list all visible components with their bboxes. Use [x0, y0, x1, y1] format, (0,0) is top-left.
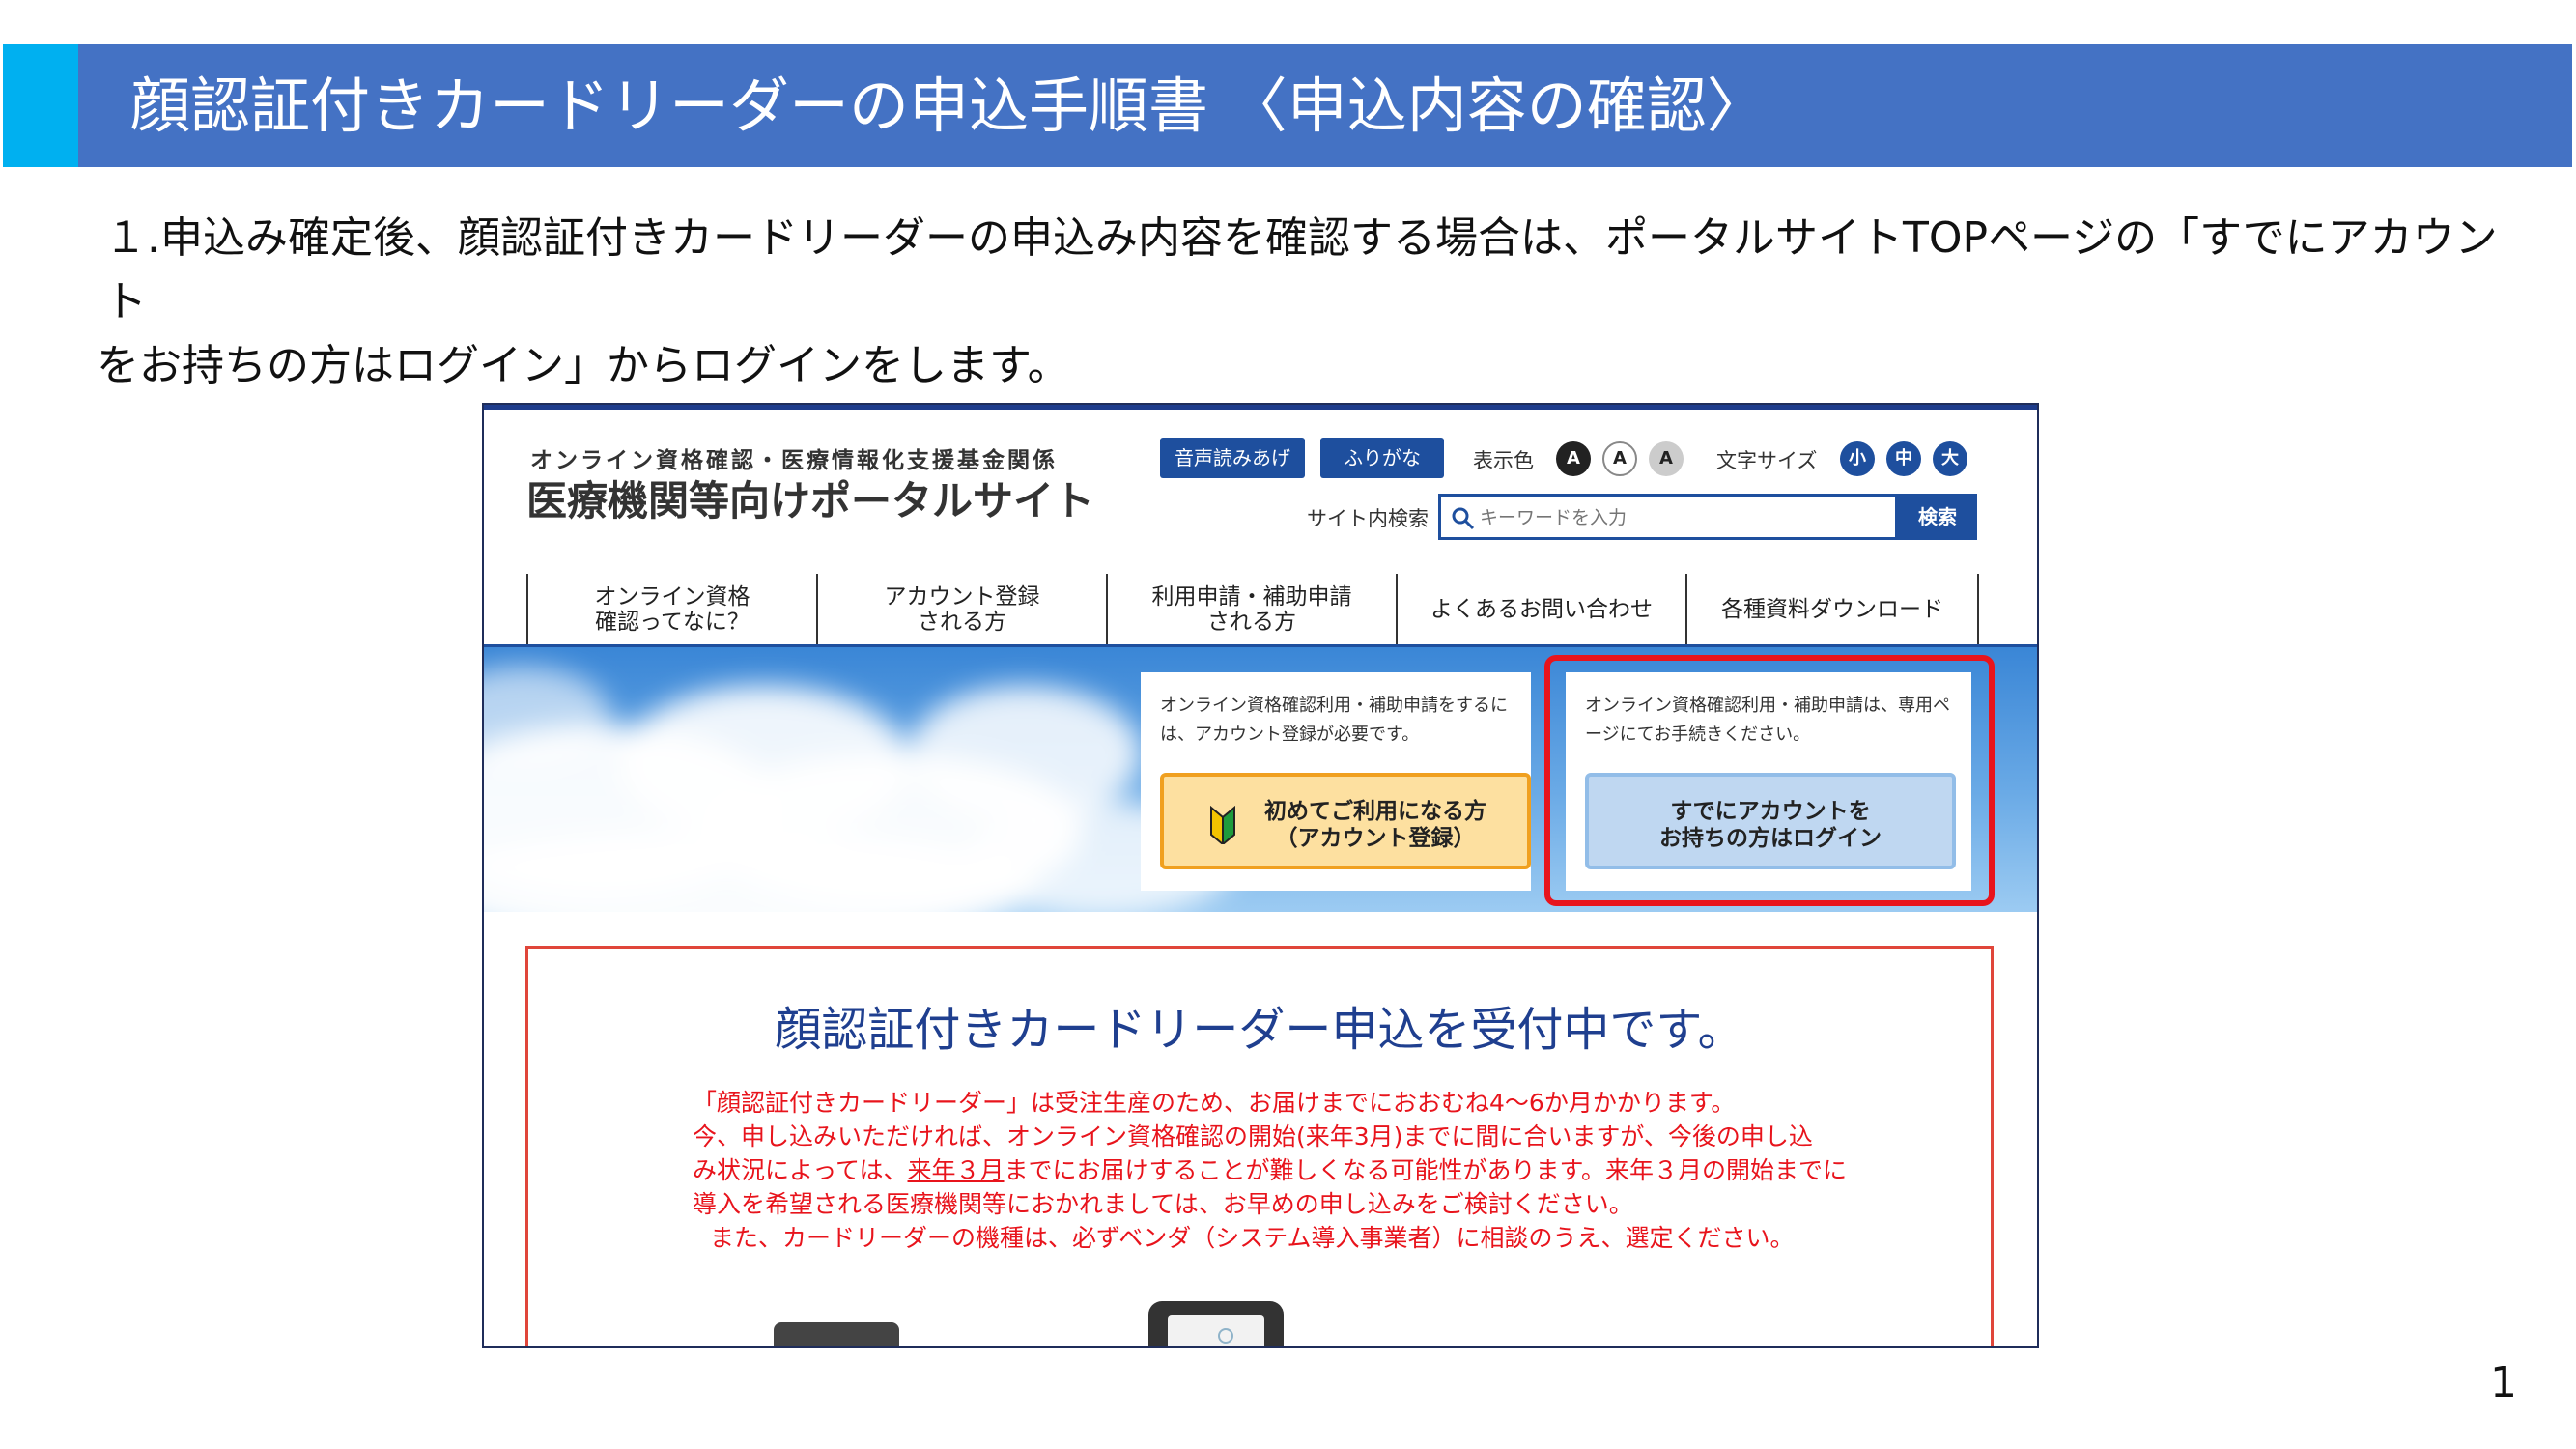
- site-search-box[interactable]: [1438, 494, 1898, 540]
- nav-item-downloads[interactable]: 各種資料ダウンロード: [1685, 574, 1977, 645]
- color-option-dark[interactable]: A: [1556, 441, 1591, 476]
- search-icon: [1452, 507, 1475, 530]
- card-reader-device-image: [774, 1322, 899, 1346]
- page-number: 1: [2490, 1358, 2517, 1407]
- first-time-register-button[interactable]: 初めてご利用になる方 （アカウント登録）: [1160, 773, 1531, 869]
- search-button[interactable]: 検索: [1898, 494, 1977, 540]
- furigana-button[interactable]: ふりがな: [1320, 438, 1444, 478]
- slide-title-bar: 顔認証付きカードリーダーの申込手順書 〈申込内容の確認〉: [3, 44, 2572, 167]
- notice-line: また、カードリーダーの機種は、必ずベンダ（システム導入事業者）に相談のうえ、選定…: [710, 1224, 1795, 1252]
- title-accent: [3, 44, 78, 167]
- instruction-line-2: をお持ちの方はログイン」からログインをします。: [97, 341, 1070, 390]
- portal-site-title[interactable]: 医療機関等向けポータルサイト: [526, 469, 1094, 527]
- display-color-label: 表示色: [1473, 449, 1534, 472]
- nav-label: よくあるお問い合わせ: [1430, 597, 1653, 622]
- site-search-label: サイト内検索: [1307, 507, 1429, 530]
- nav-label-line1: 利用申請・補助申請: [1151, 584, 1352, 610]
- card-reader-device-image: [1148, 1301, 1284, 1346]
- notice-text: までにお届けすることが難しくなる可能性があります。来年３月の開始までに: [1004, 1156, 1848, 1184]
- device-screen: [1168, 1315, 1264, 1346]
- notice-line: 今、申し込みいただければ、オンライン資格確認の開始(来年3月)までに間に合います…: [693, 1122, 1813, 1151]
- nav-item-faq[interactable]: よくあるお問い合わせ: [1396, 574, 1685, 645]
- card-reader-notice: 顔認証付きカードリーダー申込を受付中です。 「顔認証付きカードリーダー」は受注生…: [525, 946, 1994, 1346]
- nav-item-application[interactable]: 利用申請・補助申請 される方: [1106, 574, 1396, 645]
- first-time-button-label: 初めてご利用になる方 （アカウント登録）: [1245, 798, 1506, 852]
- notice-underlined-text: 来年３月: [907, 1156, 1005, 1184]
- nav-label-line1: オンライン資格: [594, 584, 750, 610]
- login-highlight-frame: [1544, 655, 1995, 906]
- label-line1: 初めてご利用になる方: [1264, 799, 1486, 824]
- nav-divider: [1977, 574, 1979, 645]
- notice-line: み状況によっては、来年３月までにお届けすることが難しくなる可能性があります。来年…: [693, 1153, 1852, 1187]
- new-user-card: オンライン資格確認利用・補助申請をするには、アカウント登録が必要です。 初めてご…: [1141, 672, 1531, 891]
- notice-text: み状況によっては、: [693, 1156, 908, 1184]
- notice-title: 顔認証付きカードリーダー申込を受付中です。: [775, 1003, 1744, 1057]
- nav-label-line1: アカウント登録: [884, 584, 1040, 610]
- font-size-large[interactable]: 大: [1933, 441, 1967, 476]
- site-search-input[interactable]: [1480, 501, 1885, 534]
- color-option-gray[interactable]: A: [1649, 441, 1684, 476]
- font-size-medium[interactable]: 中: [1886, 441, 1921, 476]
- beginner-mark-icon: [1210, 806, 1235, 844]
- notice-line: 「顔認証付きカードリーダー」は受注生産のため、お届けまでにおおむね4～6か月かか…: [693, 1089, 1736, 1117]
- nav-item-account[interactable]: アカウント登録 される方: [816, 574, 1106, 645]
- font-size-label: 文字サイズ: [1716, 449, 1818, 472]
- main-nav: オンライン資格 確認ってなに？ アカウント登録 される方 利用申請・補助申請 される方…: [526, 574, 1979, 645]
- label-line2: （アカウント登録）: [1275, 826, 1476, 851]
- header-top-rule: [484, 405, 2037, 410]
- nav-label-line2: 確認ってなに？: [595, 610, 750, 635]
- notice-line: 導入を希望される医療機関等におかれましては、お早めの申し込みをご検討ください。: [693, 1190, 1633, 1218]
- portal-screenshot: オンライン資格確認・医療情報化支援基金関係 医療機関等向けポータルサイト 音声読…: [482, 403, 2039, 1348]
- instruction-text: １.申込み確定後、顔認証付きカードリーダーの申込み内容を確認する場合は、ポータル…: [97, 207, 2511, 398]
- color-option-white[interactable]: A: [1602, 441, 1637, 476]
- instruction-line-1: １.申込み確定後、顔認証付きカードリーダーの申込み内容を確認する場合は、ポータル…: [104, 213, 2498, 327]
- nav-label-line2: される方: [918, 610, 1006, 635]
- device-sensor-icon: [1218, 1328, 1233, 1344]
- slide-title: 顔認証付きカードリーダーの申込手順書 〈申込内容の確認〉: [130, 71, 1767, 141]
- nav-label: 各種資料ダウンロード: [1721, 597, 1943, 622]
- notice-body: 「顔認証付きカードリーダー」は受注生産のため、お届けまでにおおむね4～6か月かか…: [693, 1086, 1852, 1255]
- new-user-note: オンライン資格確認利用・補助申請をするには、アカウント登録が必要です。: [1160, 696, 1508, 745]
- read-aloud-button[interactable]: 音声読みあげ: [1160, 438, 1305, 478]
- nav-label-line2: される方: [1207, 610, 1296, 635]
- font-size-small[interactable]: 小: [1840, 441, 1875, 476]
- nav-item-about[interactable]: オンライン資格 確認ってなに？: [526, 574, 816, 645]
